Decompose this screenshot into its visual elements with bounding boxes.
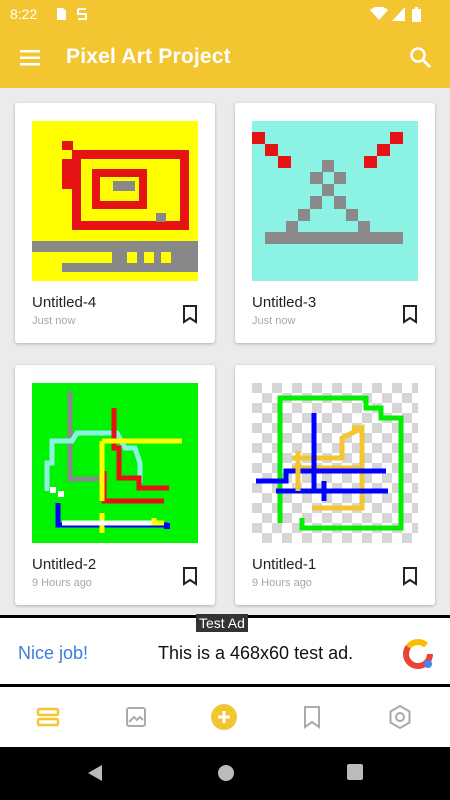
project-name: Untitled-1 <box>252 556 317 573</box>
project-card[interactable]: Untitled-2 9 Hours ago <box>15 365 215 605</box>
page-title: Pixel Art Project <box>66 45 231 68</box>
bookmark-icon[interactable] <box>179 565 201 587</box>
project-name: Untitled-4 <box>32 294 97 311</box>
project-thumbnail <box>32 383 198 543</box>
project-card[interactable]: Untitled-4 Just now <box>15 103 215 343</box>
project-thumbnail <box>32 121 198 281</box>
project-time: 9 Hours ago <box>32 577 92 589</box>
bookmarks-icon[interactable] <box>298 703 326 731</box>
bottom-nav <box>0 687 450 747</box>
bookmark-icon[interactable] <box>179 303 201 325</box>
project-card[interactable]: Untitled-3 Just now <box>235 103 435 343</box>
search-icon[interactable] <box>408 45 434 71</box>
battery-icon <box>412 7 421 22</box>
bookmark-icon[interactable] <box>399 565 421 587</box>
ad-text[interactable]: This is a 468x60 test ad. <box>158 643 353 664</box>
settings-icon[interactable] <box>386 703 414 731</box>
system-nav-bar <box>0 747 450 800</box>
add-icon[interactable] <box>210 703 238 731</box>
gallery-icon[interactable] <box>122 703 150 731</box>
ad-banner[interactable]: Test Ad Nice job! This is a 468x60 test … <box>0 614 450 687</box>
menu-icon[interactable] <box>18 46 44 70</box>
project-card[interactable]: Untitled-1 9 Hours ago <box>235 365 435 605</box>
project-thumbnail <box>252 383 418 543</box>
home-icon[interactable] <box>216 763 236 783</box>
ad-logo-icon <box>403 639 433 669</box>
project-thumbnail <box>252 121 418 281</box>
back-icon[interactable] <box>86 763 104 783</box>
sync-icon <box>77 8 87 20</box>
sd-card-icon <box>57 8 66 20</box>
ad-badge: Test Ad <box>196 614 248 632</box>
project-time: Just now <box>32 315 76 327</box>
projects-icon[interactable] <box>34 703 62 731</box>
bookmark-icon[interactable] <box>399 303 421 325</box>
status-time: 8:22 <box>10 6 38 22</box>
project-time: 9 Hours ago <box>252 577 312 589</box>
recents-icon[interactable] <box>346 763 364 781</box>
status-bar: 8:22 <box>0 0 450 28</box>
signal-icon <box>392 7 405 21</box>
ad-headline[interactable]: Nice job! <box>18 643 88 664</box>
project-name: Untitled-2 <box>32 556 97 573</box>
project-grid: Untitled-4 Just now Untitled-3 Just now <box>0 88 450 615</box>
project-time: Just now <box>252 315 296 327</box>
wifi-icon <box>370 7 388 20</box>
app-bar: Pixel Art Project <box>0 28 450 88</box>
project-name: Untitled-3 <box>252 294 317 311</box>
